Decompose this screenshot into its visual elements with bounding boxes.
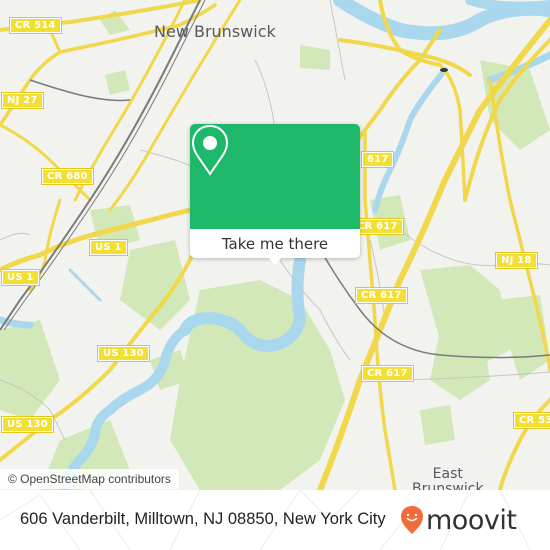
location-pin-icon [191, 124, 229, 176]
take-me-there-button[interactable]: Take me there [190, 229, 360, 258]
road-shield-us1: US 1 [89, 239, 128, 256]
popup-header[interactable] [190, 124, 360, 229]
moovit-smiley-pin-icon [401, 506, 423, 534]
popup-pointer [267, 256, 283, 265]
road-shield-cr680: CR 680 [41, 168, 94, 185]
road-shield-nj27: NJ 27 [1, 92, 44, 109]
road-shield-us130: US 130 [1, 416, 54, 433]
location-popup[interactable]: Take me there [190, 124, 360, 265]
road-shield-nj18: NJ 18 [495, 252, 538, 269]
footer: 606 Vanderbilt, Milltown, NJ 08850, New … [0, 490, 550, 550]
road-shield-us1: US 1 [1, 269, 40, 286]
moovit-wordmark: moovit [426, 504, 517, 536]
map-attribution[interactable]: © OpenStreetMap contributors [0, 469, 179, 489]
address-text: 606 Vanderbilt, Milltown, NJ 08850, New … [20, 510, 386, 528]
city-label-new-brunswick: New Brunswick [154, 22, 276, 41]
road-shield-cr535: CR 535 [513, 412, 550, 429]
city-label-east-brunswick-line2: Brunswick [412, 481, 484, 491]
road-shield-cr617: CR 617 [361, 365, 414, 382]
map[interactable]: New Brunswick East Brunswick CR 514 NJ 2… [0, 0, 550, 490]
moovit-logo[interactable]: moovit [400, 502, 517, 538]
road-shield-cr514: CR 514 [9, 17, 62, 34]
city-label-east-brunswick: East Brunswick [412, 466, 484, 491]
road-shield-cr617: CR 617 [355, 287, 408, 304]
city-label-east-brunswick-line1: East [432, 466, 463, 482]
road-shield-us130: US 130 [97, 345, 150, 362]
road-shield-cr617: 617 [360, 151, 395, 168]
